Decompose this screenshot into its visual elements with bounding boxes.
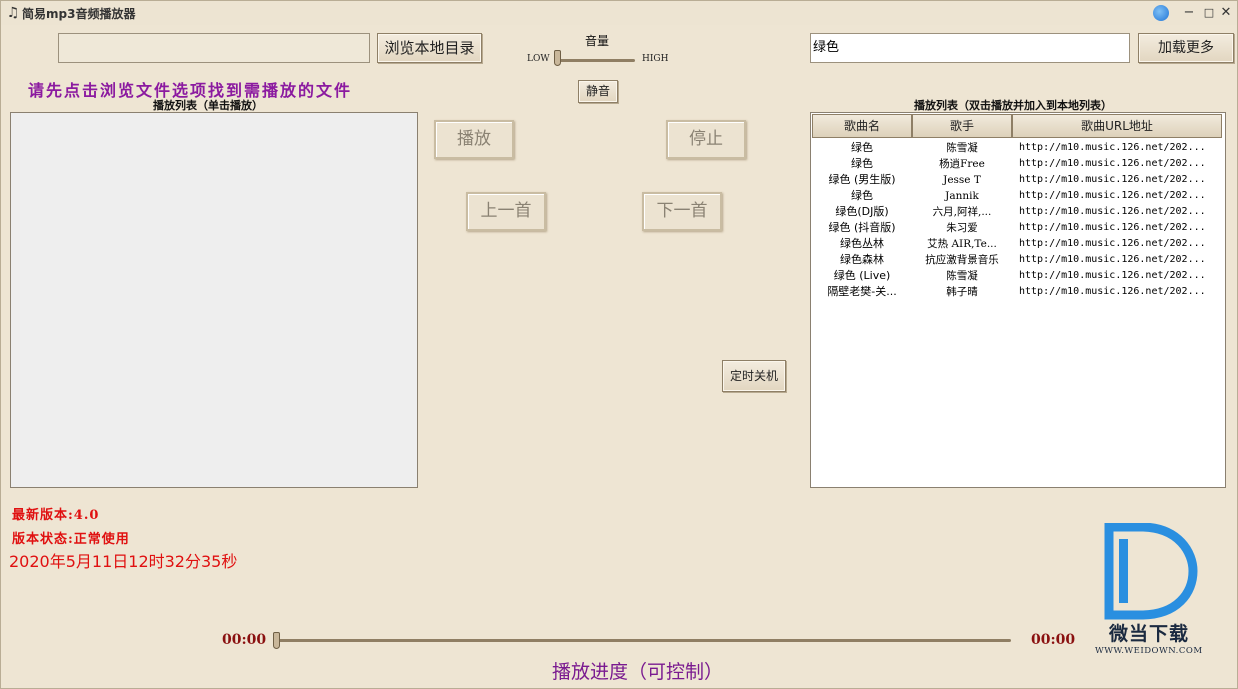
song-cell: 绿色(DJ版) [835, 205, 889, 218]
watermark-cn: 微当下载 [1109, 623, 1190, 645]
list-header: 歌曲名 歌手 歌曲URL地址 [812, 114, 1222, 138]
song-cell: 绿色 [851, 141, 873, 154]
skin-icon[interactable] [1153, 5, 1169, 21]
artist-cell: Jesse T [943, 174, 981, 186]
volume-slider-track[interactable] [555, 59, 635, 62]
seek-slider-thumb[interactable] [273, 632, 280, 649]
list-row[interactable]: 绿色 (Live) 陈雪凝 http://m10.music.126.net/202… [812, 268, 1222, 284]
list-rows: 绿色 陈雪凝 http://m10.music.126.net/202... 绿色杨… [812, 140, 1222, 300]
app-window: ♫ 简易mp3音频播放器 − □ ✕ 浏览本地目录 音量 LOW HIGH 静音… [0, 0, 1238, 689]
artist-cell: 陈雪凝 [946, 270, 978, 282]
artist-cell: 朱习爱 [946, 222, 978, 234]
music-note-icon: ♫ [6, 5, 20, 21]
artist-cell: 艾热 AIR,Te... [927, 238, 997, 250]
left-playlist-title: 播放列表（单击播放） [153, 99, 263, 112]
minimize-button[interactable]: − [1178, 4, 1200, 22]
song-cell: 绿色 (Live) [833, 269, 891, 282]
url-cell: http://m10.music.126.net/202... [1019, 238, 1206, 249]
volume-slider-thumb[interactable] [554, 50, 561, 66]
close-button[interactable]: ✕ [1215, 4, 1237, 22]
volume-label: 音量 [585, 34, 610, 48]
progress-label: 播放进度（可控制） [552, 661, 724, 683]
browse-local-button[interactable]: 浏览本地目录 [377, 33, 482, 63]
play-button[interactable]: 播放 [434, 120, 514, 159]
song-cell: 绿色 [851, 157, 873, 170]
version-text: 最新版本:4.0 [12, 508, 100, 523]
status-text: 版本状态:正常使用 [12, 532, 130, 547]
artist-cell: 陈雪凝 [946, 142, 978, 154]
list-row[interactable]: 绿色 Jannik http://m10.music.126.net/202... [812, 188, 1222, 204]
song-cell: 绿色 (抖音版) [828, 221, 896, 234]
path-input[interactable] [58, 33, 370, 63]
timer-shutdown-button[interactable]: 定时关机 [722, 360, 786, 392]
seek-slider-track[interactable] [278, 639, 1011, 642]
local-playlist[interactable] [10, 112, 418, 488]
url-cell: http://m10.music.126.net/202... [1019, 174, 1206, 185]
list-row[interactable]: 绿色 杨逍Free http://m10.music.126.net/202... [812, 156, 1222, 172]
title-bar: ♫ 简易mp3音频播放器 − □ ✕ [1, 1, 1237, 25]
column-header-song[interactable]: 歌曲名 [812, 114, 912, 138]
song-cell: 隔壁老樊-关... [827, 285, 897, 298]
song-cell: 绿色丛林 [840, 237, 884, 250]
volume-low-label: LOW [527, 54, 550, 64]
prev-button[interactable]: 上一首 [466, 192, 546, 231]
url-cell: http://m10.music.126.net/202... [1019, 222, 1206, 233]
list-row[interactable]: 绿色丛林 艾热 AIR,Te... http://m10.music.126.net… [812, 236, 1222, 252]
mute-button[interactable]: 静音 [578, 80, 618, 103]
song-cell: 绿色 (男生版) [828, 173, 896, 186]
datetime-text: 2020年5月11日12时32分35秒 [9, 552, 238, 571]
next-button[interactable]: 下一首 [642, 192, 722, 231]
column-header-url[interactable]: 歌曲URL地址 [1012, 114, 1222, 138]
total-time: 00:00 [1031, 632, 1076, 648]
artist-cell: 抗应激背景音乐 [925, 254, 999, 266]
url-cell: http://m10.music.126.net/202... [1019, 158, 1206, 169]
volume-high-label: HIGH [642, 54, 669, 64]
list-row[interactable]: 绿色(DJ版) 六月,阿祥,... http://m10.music.126.net… [812, 204, 1222, 220]
online-playlist-title: 播放列表（双击播放并加入到本地列表） [914, 99, 1112, 112]
url-cell: http://m10.music.126.net/202... [1019, 254, 1206, 265]
column-header-artist[interactable]: 歌手 [912, 114, 1012, 138]
list-row[interactable]: 绿色 (抖音版) 朱习爱 http://m10.music.126.net/202.… [812, 220, 1222, 236]
list-row[interactable]: 绿色 陈雪凝 http://m10.music.126.net/202... [812, 140, 1222, 156]
song-cell: 绿色 [851, 189, 873, 202]
stop-button[interactable]: 停止 [666, 120, 746, 159]
url-cell: http://m10.music.126.net/202... [1019, 270, 1206, 281]
search-input[interactable]: 绿色 [810, 33, 1130, 63]
list-row[interactable]: 隔壁老樊-关... 韩子晴 http://m10.music.126.net/202… [812, 284, 1222, 300]
artist-cell: 六月,阿祥,... [932, 206, 992, 218]
url-cell: http://m10.music.126.net/202... [1019, 190, 1206, 201]
url-cell: http://m10.music.126.net/202... [1019, 206, 1206, 217]
list-row[interactable]: 绿色森林 抗应激背景音乐 http://m10.music.126.net/202.… [812, 252, 1222, 268]
artist-cell: 杨逍Free [939, 158, 985, 170]
watermark-en: WWW.WEIDOWN.COM [1095, 646, 1203, 656]
song-cell: 绿色森林 [840, 253, 884, 266]
artist-cell: 韩子晴 [946, 286, 978, 298]
current-time: 00:00 [222, 632, 267, 648]
load-more-button[interactable]: 加载更多 [1138, 33, 1234, 63]
url-cell: http://m10.music.126.net/202... [1019, 142, 1206, 153]
list-row[interactable]: 绿色 (男生版) Jesse T http://m10.music.126.net/… [812, 172, 1222, 188]
window-title: 简易mp3音频播放器 [22, 7, 136, 21]
url-cell: http://m10.music.126.net/202... [1019, 286, 1206, 297]
artist-cell: Jannik [945, 190, 979, 202]
online-playlist[interactable]: 歌曲名 歌手 歌曲URL地址 绿色 陈雪凝 http://m10.music.126… [810, 112, 1226, 488]
